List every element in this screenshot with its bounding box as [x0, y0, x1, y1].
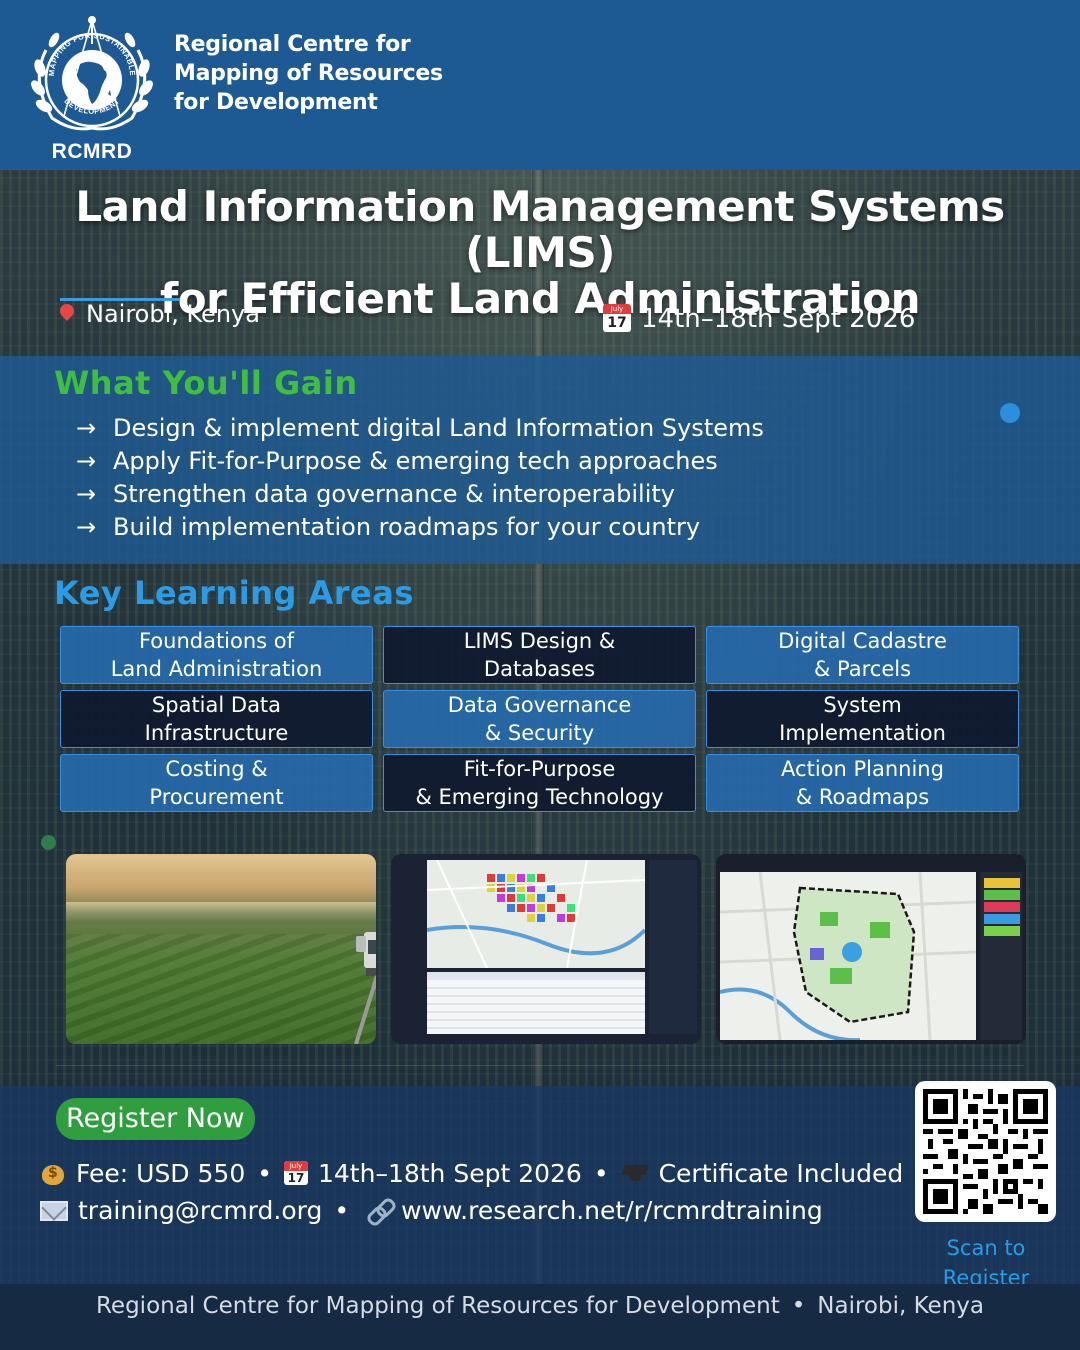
gain-heading: What You'll Gain — [54, 364, 358, 402]
logo-emblem-icon: MAPPING FOR SUSTAINABLE DEVELOPMENT — [31, 16, 153, 131]
list-item: → Strengthen data governance & interopera… — [76, 478, 764, 511]
footer-org-name: Regional Centre for Mapping of Resources… — [95, 1293, 780, 1319]
registration-qr-code[interactable] — [915, 1081, 1056, 1222]
bullet-separator: • — [593, 1159, 609, 1188]
org-name: Regional Centre for Mapping of Resources… — [174, 30, 474, 117]
bullet-separator: • — [257, 1159, 272, 1188]
lims-screenshot-parcels — [391, 854, 701, 1044]
learning-area-cell: Data Governance & Security — [383, 690, 696, 748]
envelope-icon — [40, 1201, 68, 1221]
parcel-table-graphic — [427, 972, 645, 1029]
parcel-table — [427, 972, 645, 1034]
side-panel — [649, 860, 697, 1034]
surveying-photo — [66, 854, 376, 1044]
title-line: Land Information Management Systems (LIM… — [75, 182, 1005, 277]
org-name-line: Mapping of Resources — [174, 61, 443, 86]
gain-item-text: Design & implement digital Land Informat… — [113, 414, 764, 442]
registration-url-link[interactable]: www.research.net/r/rcmrdtraining — [401, 1196, 823, 1225]
decorative-dot — [41, 835, 56, 850]
location-text: Nairobi, Kenya — [86, 300, 260, 328]
location-pin-icon — [60, 304, 74, 324]
boundary-map — [719, 871, 977, 1043]
list-item: → Design & implement digital Land Informa… — [76, 412, 764, 445]
register-dates-text: 14th–18th Sept 2026 — [317, 1159, 582, 1188]
calendar-icon — [283, 1161, 308, 1185]
learning-area-cell: Fit-for-Purpose & Emerging Technology — [383, 754, 696, 812]
arrow-right-icon: → — [76, 447, 97, 475]
gain-list: → Design & implement digital Land Informa… — [76, 412, 764, 544]
fee-dates-certificate-line: Fee: USD 550 • 14th–18th Sept 2026 • Certifi… — [40, 1159, 903, 1188]
certificate-text: Certificate Included — [658, 1159, 904, 1188]
fee-text: Fee: USD 550 — [76, 1159, 246, 1188]
photo-crop-rows — [66, 934, 376, 1044]
learning-area-cell: Spatial Data Infrastructure — [60, 690, 373, 748]
calendar-icon — [603, 304, 631, 332]
decorative-dot — [1000, 403, 1020, 423]
layer-legend-graphic — [984, 878, 1020, 936]
learning-area-cell: Action Planning & Roadmaps — [706, 754, 1019, 812]
org-name-line: for Development — [174, 90, 378, 115]
footer-text: Regional Centre for Mapping of Resources… — [0, 1293, 1080, 1319]
arrow-right-icon: → — [76, 480, 97, 508]
learning-area-cell: Foundations of Land Administration — [60, 626, 373, 684]
footer-location: Nairobi, Kenya — [817, 1293, 984, 1319]
gain-item-text: Apply Fit-for-Purpose & emerging tech ap… — [113, 447, 718, 475]
org-name-line: Regional Centre for — [174, 32, 411, 57]
gain-item-text: Build implementation roadmaps for your c… — [113, 513, 701, 541]
arrow-right-icon: → — [76, 513, 97, 541]
event-dates: 14th–18th Sept 2026 — [603, 304, 915, 334]
total-station-icon — [354, 932, 376, 1044]
learning-area-cell: LIMS Design & Databases — [383, 626, 696, 684]
learning-area-cell: Digital Cadastre & Parcels — [706, 626, 1019, 684]
gain-item-text: Strengthen data governance & interoperab… — [113, 480, 676, 508]
photo-horizon — [66, 902, 376, 922]
bullet-separator: • — [334, 1196, 350, 1225]
header-bar: MAPPING FOR SUSTAINABLE DEVELOPMENT RCMR… — [0, 0, 1080, 170]
graduation-cap-icon — [621, 1161, 649, 1185]
qr-code-icon — [923, 1089, 1048, 1214]
money-bag-icon — [40, 1159, 66, 1185]
arrow-right-icon: → — [76, 414, 97, 442]
layer-panel — [980, 872, 1022, 1040]
bullet-separator: • — [791, 1293, 806, 1319]
email-link[interactable]: training@rcmrd.org — [78, 1196, 322, 1225]
dates-text: 14th–18th Sept 2026 — [641, 304, 916, 334]
lims-screenshot-boundary — [716, 854, 1026, 1044]
list-item: → Build implementation roadmaps for your … — [76, 511, 764, 544]
register-now-button[interactable]: Register Now — [56, 1098, 255, 1140]
link-icon — [365, 1198, 393, 1222]
parcel-map-graphic — [426, 859, 647, 969]
learning-area-cell: System Implementation — [706, 690, 1019, 748]
rcmrd-logo: MAPPING FOR SUSTAINABLE DEVELOPMENT RCMR… — [24, 10, 160, 166]
section-divider — [56, 1065, 1024, 1066]
contact-line: training@rcmrd.org • www.research.net/r/rc… — [40, 1196, 823, 1225]
learning-area-cell: Costing & Procurement — [60, 754, 373, 812]
logo-acronym: RCMRD — [51, 140, 133, 163]
boundary-map-graphic — [719, 871, 977, 1043]
parcel-map — [426, 859, 647, 969]
event-location: Nairobi, Kenya — [60, 300, 260, 328]
areas-heading: Key Learning Areas — [54, 574, 414, 612]
scan-text-line: Scan to — [946, 1236, 1026, 1260]
list-item: → Apply Fit-for-Purpose & emerging tech a… — [76, 445, 764, 478]
